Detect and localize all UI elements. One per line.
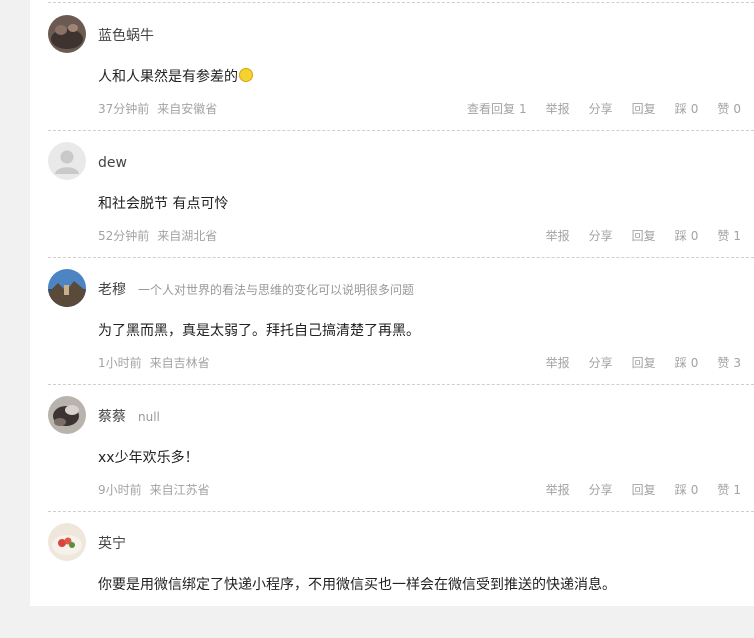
location: 来自安徽省 (157, 102, 218, 116)
comment-header: 蓝色蜗牛 (98, 26, 154, 46)
comment-item: dew 和社会脱节 有点可怜 52分钟前 来自湖北省 举报 分享 回复 踩 0 赞 1 (48, 130, 754, 258)
dislike-count: 0 (690, 102, 699, 116)
comment-item: 蓝色蜗牛 人和人果然是有参差的 37分钟前 来自安徽省 查看回复 1 举报 分享 回复踩 0… (48, 3, 754, 131)
timestamp: 1小时前 (98, 356, 142, 370)
timestamp: 9小时前 (98, 483, 142, 497)
comment-meta: 1小时前 来自吉林省 (98, 354, 210, 372)
dislike-count: 0 (690, 229, 699, 243)
report-button[interactable]: 举报 (546, 481, 570, 499)
comment-text: 和社会脱节 有点可怜 (98, 196, 229, 212)
comment-meta: 37分钟前 来自安徽省 (98, 100, 217, 118)
comment-item: 英宁 你要是用微信绑定了快递小程序，不用微信买也一样会在微信受到推送的快递消息。 (48, 511, 754, 638)
like-count: 0 (733, 102, 741, 116)
user-signature: null (138, 410, 160, 424)
location: 来自湖北省 (157, 229, 218, 243)
timestamp: 52分钟前 (98, 229, 150, 243)
reply-button[interactable]: 回复 (632, 227, 656, 245)
like-label: 赞 (717, 102, 730, 116)
comment-content: 人和人果然是有参差的 (98, 67, 253, 87)
comment-text: 你要是用微信绑定了快递小程序，不用微信买也一样会在微信受到推送的快递消息。 (98, 577, 616, 593)
comment-actions: 举报 分享 回复 踩 0 赞 3 (546, 354, 741, 372)
like-count: 3 (733, 356, 741, 370)
username[interactable]: 老穆 (98, 282, 126, 298)
dislike-button[interactable]: 踩0 (675, 100, 699, 118)
reply-button[interactable]: 回复 (632, 100, 656, 118)
comment-actions: 举报 分享 回复 踩 0 赞 1 (546, 227, 741, 245)
like-button[interactable]: 赞3 (717, 354, 741, 372)
comment-text: 为了黑而黑，真是太弱了。拜托自己搞清楚了再黑。 (98, 323, 420, 339)
dislike-count: 0 (690, 483, 699, 497)
comment-item: 蔡蔡 null xx少年欢乐多！ 9小时前 来自江苏省 举报 分享 回复 踩 0 赞 1 (48, 384, 754, 512)
like-count: 1 (733, 229, 741, 243)
user-signature: 一个人对世界的看法与思维的变化可以说明很多问题 (138, 283, 415, 297)
dislike-label: 踩 (674, 229, 687, 243)
like-button[interactable]: 赞1 (717, 227, 741, 245)
share-button[interactable]: 分享 (589, 100, 613, 118)
username[interactable]: 蓝色蜗牛 (98, 28, 154, 44)
username[interactable]: 蔡蔡 (98, 409, 126, 425)
location: 来自江苏省 (149, 483, 210, 497)
dislike-button[interactable]: 踩0 (675, 227, 699, 245)
dislike-count: 0 (690, 356, 699, 370)
view-replies-button[interactable]: 查看回复 1 (467, 100, 527, 118)
like-button[interactable]: 赞0 (717, 100, 741, 118)
comment-header: dew (98, 153, 127, 173)
timestamp: 37分钟前 (98, 102, 150, 116)
comment-meta: 52分钟前 来自湖北省 (98, 227, 217, 245)
avatar[interactable] (48, 142, 86, 180)
avatar[interactable] (48, 15, 86, 53)
dislike-label: 踩 (674, 483, 687, 497)
view-replies-label: 查看回复 (466, 102, 515, 116)
comment-content: 你要是用微信绑定了快递小程序，不用微信买也一样会在微信受到推送的快递消息。 (98, 575, 616, 595)
avatar[interactable] (48, 396, 86, 434)
comment-header: 老穆 一个人对世界的看法与思维的变化可以说明很多问题 (98, 280, 414, 300)
reply-button[interactable]: 回复 (632, 481, 656, 499)
dislike-label: 踩 (674, 102, 687, 116)
comment-actions: 举报 分享 回复 踩 0 赞 1 (546, 481, 741, 499)
comment-list: 蓝色蜗牛 人和人果然是有参差的 37分钟前 来自安徽省 查看回复 1 举报 分享 回复踩 0… (30, 0, 754, 606)
share-button[interactable]: 分享 (589, 354, 613, 372)
reply-button[interactable]: 回复 (632, 354, 656, 372)
report-button[interactable]: 举报 (546, 100, 570, 118)
username[interactable]: 英宁 (98, 536, 126, 552)
comment-content: 和社会脱节 有点可怜 (98, 194, 228, 214)
share-button[interactable]: 分享 (589, 227, 613, 245)
comment-item: 老穆 一个人对世界的看法与思维的变化可以说明很多问题 为了黑而黑，真是太弱了。拜托… (48, 257, 754, 385)
share-button[interactable]: 分享 (589, 481, 613, 499)
comment-header: 英宁 (98, 534, 126, 554)
comment-meta: 9小时前 来自江苏省 (98, 481, 210, 499)
like-button[interactable]: 赞1 (717, 481, 741, 499)
comment-header: 蔡蔡 null (98, 407, 160, 427)
username[interactable]: dew (98, 155, 127, 171)
dislike-button[interactable]: 踩0 (675, 354, 699, 372)
report-button[interactable]: 举报 (546, 227, 570, 245)
avatar[interactable] (48, 523, 86, 561)
comment-content: 为了黑而黑，真是太弱了。拜托自己搞清楚了再黑。 (98, 321, 420, 341)
comment-actions: 查看回复 1 举报 分享 回复踩 0 赞 0 (467, 100, 741, 118)
report-button[interactable]: 举报 (546, 354, 570, 372)
replies-count: 1 (519, 102, 527, 116)
dislike-label: 踩 (674, 356, 687, 370)
comment-text: xx少年欢乐多！ (98, 450, 199, 466)
comment-text: 人和人果然是有参差的 (98, 69, 238, 85)
dislike-button[interactable]: 踩0 (675, 481, 699, 499)
like-label: 赞 (717, 483, 730, 497)
like-label: 赞 (717, 229, 730, 243)
like-label: 赞 (717, 356, 730, 370)
smile-emoji-icon (239, 68, 253, 82)
location: 来自吉林省 (149, 356, 210, 370)
avatar[interactable] (48, 269, 86, 307)
like-count: 1 (733, 483, 741, 497)
comment-content: xx少年欢乐多！ (98, 448, 199, 468)
